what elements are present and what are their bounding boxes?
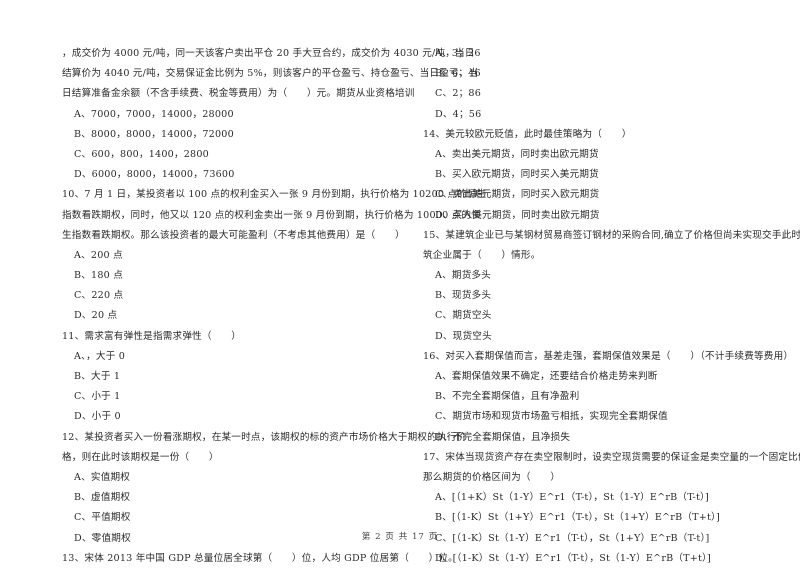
page-number-footer: 第 2 页 共 17 页: [361, 532, 439, 542]
question-15: 15、某建筑企业已与某钢材贸易商签订钢材的采购合同,确立了价格但尚未实现交手此时…: [423, 226, 800, 347]
answer-option: B、8000，8000，14000，72000: [74, 128, 234, 140]
question-9: ，成交价为 4000 元/吨，同一天该客户卖出平仓 20 手大豆合约，成交价为 …: [62, 44, 479, 185]
answer-option: B、[（1-K）St（1+Y）E^r1（T-t），St（1+Y）E^rB（T+t…: [435, 512, 720, 524]
answer-option: A、卖出美元期货，同时卖出欧元期货: [435, 148, 599, 160]
answer-option: D、4；56: [435, 108, 482, 120]
answer-option: A、实值期权: [74, 471, 131, 483]
answer-option: D、买入美元期货，同时卖出欧元期货: [435, 209, 600, 221]
answer-option: D、不完全套期保值，且净损失: [435, 431, 571, 443]
answer-option: A、[（1+K）St（1-Y）E^r1（T-t），St（1-Y）E^rB（T-t…: [435, 492, 709, 504]
left-column: ，成交价为 4000 元/吨，同一天该客户卖出平仓 20 手大豆合约，成交价为 …: [62, 44, 487, 569]
question-stem-line: 生指数看跌期权。那么该投资者的最大可能盈利（不考虑其他费用）是（ ）: [62, 229, 405, 241]
question-16: 16、对买入套期保值而言，基差走强，套期保值效果是（ ）（不计手续费等费用） A…: [423, 347, 794, 448]
answer-option: A、7000，7000，14000，28000: [74, 108, 234, 120]
question-stem-line: 结算价为 4040 元/吨，交易保证金比例为 5%，则该客户的平仓盈亏、持仓盈亏…: [62, 68, 479, 80]
answer-option: C、220 点: [74, 290, 124, 302]
answer-option: D、现货空头: [435, 330, 492, 342]
question-13: 13、宋体 2013 年中国 GDP 总量位居全球第（ ）位，人均 GDP 位居…: [62, 549, 458, 569]
question-stem-line: 格，则在此时该期权是一份（ ）: [62, 451, 219, 463]
question-stem-line: 17、宋体当现货资产存在卖空限制时，设卖空现货需要的保证金是卖空量的一个固定比例…: [423, 451, 800, 463]
question-10: 10、7 月 1 日，某投资者以 100 点的权利金买入一张 9 月份到期，执行…: [62, 185, 487, 326]
answer-option: C、2；86: [435, 88, 482, 100]
question-13-options: A、3；26 B、6；46 C、2；86 D、4；56: [423, 44, 763, 125]
question-14: 14、美元较欧元贬值，此时最佳策略为（ ） A、卖出美元期货，同时卖出欧元期货 …: [423, 125, 763, 226]
answer-option: A、200 点: [74, 249, 123, 261]
question-stem-line: 那么期货的价格区间为（ ）: [423, 471, 561, 483]
answer-option: A、套期保值效果不确定，还要结合价格走势来判断: [435, 371, 658, 382]
answer-option: B、虚值期权: [74, 492, 131, 504]
answer-option: D、6000，8000，14000，73600: [74, 169, 235, 181]
answer-option: B、现货多头: [435, 290, 492, 302]
question-stem-line: 筑企业属于（ ）情形。: [423, 249, 541, 261]
answer-option: B、不完全套期保值，且有净盈利: [435, 391, 580, 403]
answer-option: B、大于 1: [74, 371, 121, 382]
answer-option: C、平值期权: [74, 512, 131, 524]
exam-page: ，成交价为 4000 元/吨，同一天该客户卖出平仓 20 手大豆合约，成交价为 …: [0, 0, 800, 565]
answer-option: A、期货多头: [435, 270, 492, 282]
question-stem-line: 10、7 月 1 日，某投资者以 100 点的权利金买入一张 9 月份到期，执行…: [62, 189, 487, 201]
answer-option: D、20 点: [74, 310, 118, 322]
question-stem-line: 日结算准备金余额（不含手续费、税金等费用）为（ ）元。期货从业资格培训: [62, 88, 415, 100]
answer-option: C、小于 1: [74, 391, 121, 403]
answer-option: C、卖出美元期货，同时买入欧元期货: [435, 189, 600, 201]
question-stem-line: 12、某投资者买入一份看涨期权，在某一时点，该期权的标的资产市场价格大于期权的执…: [62, 431, 467, 443]
question-stem-line: 指数看跌期权，同时，他又以 120 点的权利金卖出一张 9 月份到期，执行价格为…: [62, 209, 482, 221]
question-stem-line: ，成交价为 4000 元/吨，同一天该客户卖出平仓 20 手大豆合约，成交价为 …: [62, 48, 475, 59]
right-column: A、3；26 B、6；46 C、2；86 D、4；56 14、美元较欧元贬值，此…: [423, 44, 800, 569]
question-11: 11、需求富有弹性是指需求弹性（ ） A、，大于 0 B、大于 1 C、小于 1…: [62, 327, 414, 428]
answer-option: D、小于 0: [74, 411, 121, 423]
question-stem-line: 14、美元较欧元贬值，此时最佳策略为（ ）: [423, 128, 632, 140]
answer-option: B、6；46: [435, 68, 481, 80]
answer-option: B、买入欧元期货，同时买入美元期货: [435, 169, 599, 181]
answer-option: A、3；26: [435, 48, 481, 59]
answer-option: A、，大于 0: [74, 350, 126, 362]
answer-option: C、期货空头: [435, 310, 492, 322]
question-stem-line: 15、某建筑企业已与某钢材贸易商签订钢材的采购合同,确立了价格但尚未实现交手此时…: [423, 229, 800, 241]
answer-option: C、600，800，1400，2800: [74, 148, 209, 160]
question-stem-line: 13、宋体 2013 年中国 GDP 总量位居全球第（ ）位，人均 GDP 位居…: [62, 552, 458, 564]
question-stem-line: 11、需求富有弹性是指需求弹性（ ）: [62, 330, 242, 342]
answer-option: B、180 点: [74, 270, 123, 282]
question-17: 17、宋体当现货资产存在卖空限制时，设卖空现货需要的保证金是卖空量的一个固定比例…: [423, 448, 800, 569]
answer-option: C、期货市场和现货市场盈亏相抵，实现完全套期保值: [435, 411, 668, 423]
answer-option: D、[（1-K）St（1-Y）E^r1（T-t），St（1-Y）E^rB（T+t…: [435, 552, 711, 564]
question-stem-line: 16、对买入套期保值而言，基差走强，套期保值效果是（ ）（不计手续费等费用）: [423, 350, 794, 362]
